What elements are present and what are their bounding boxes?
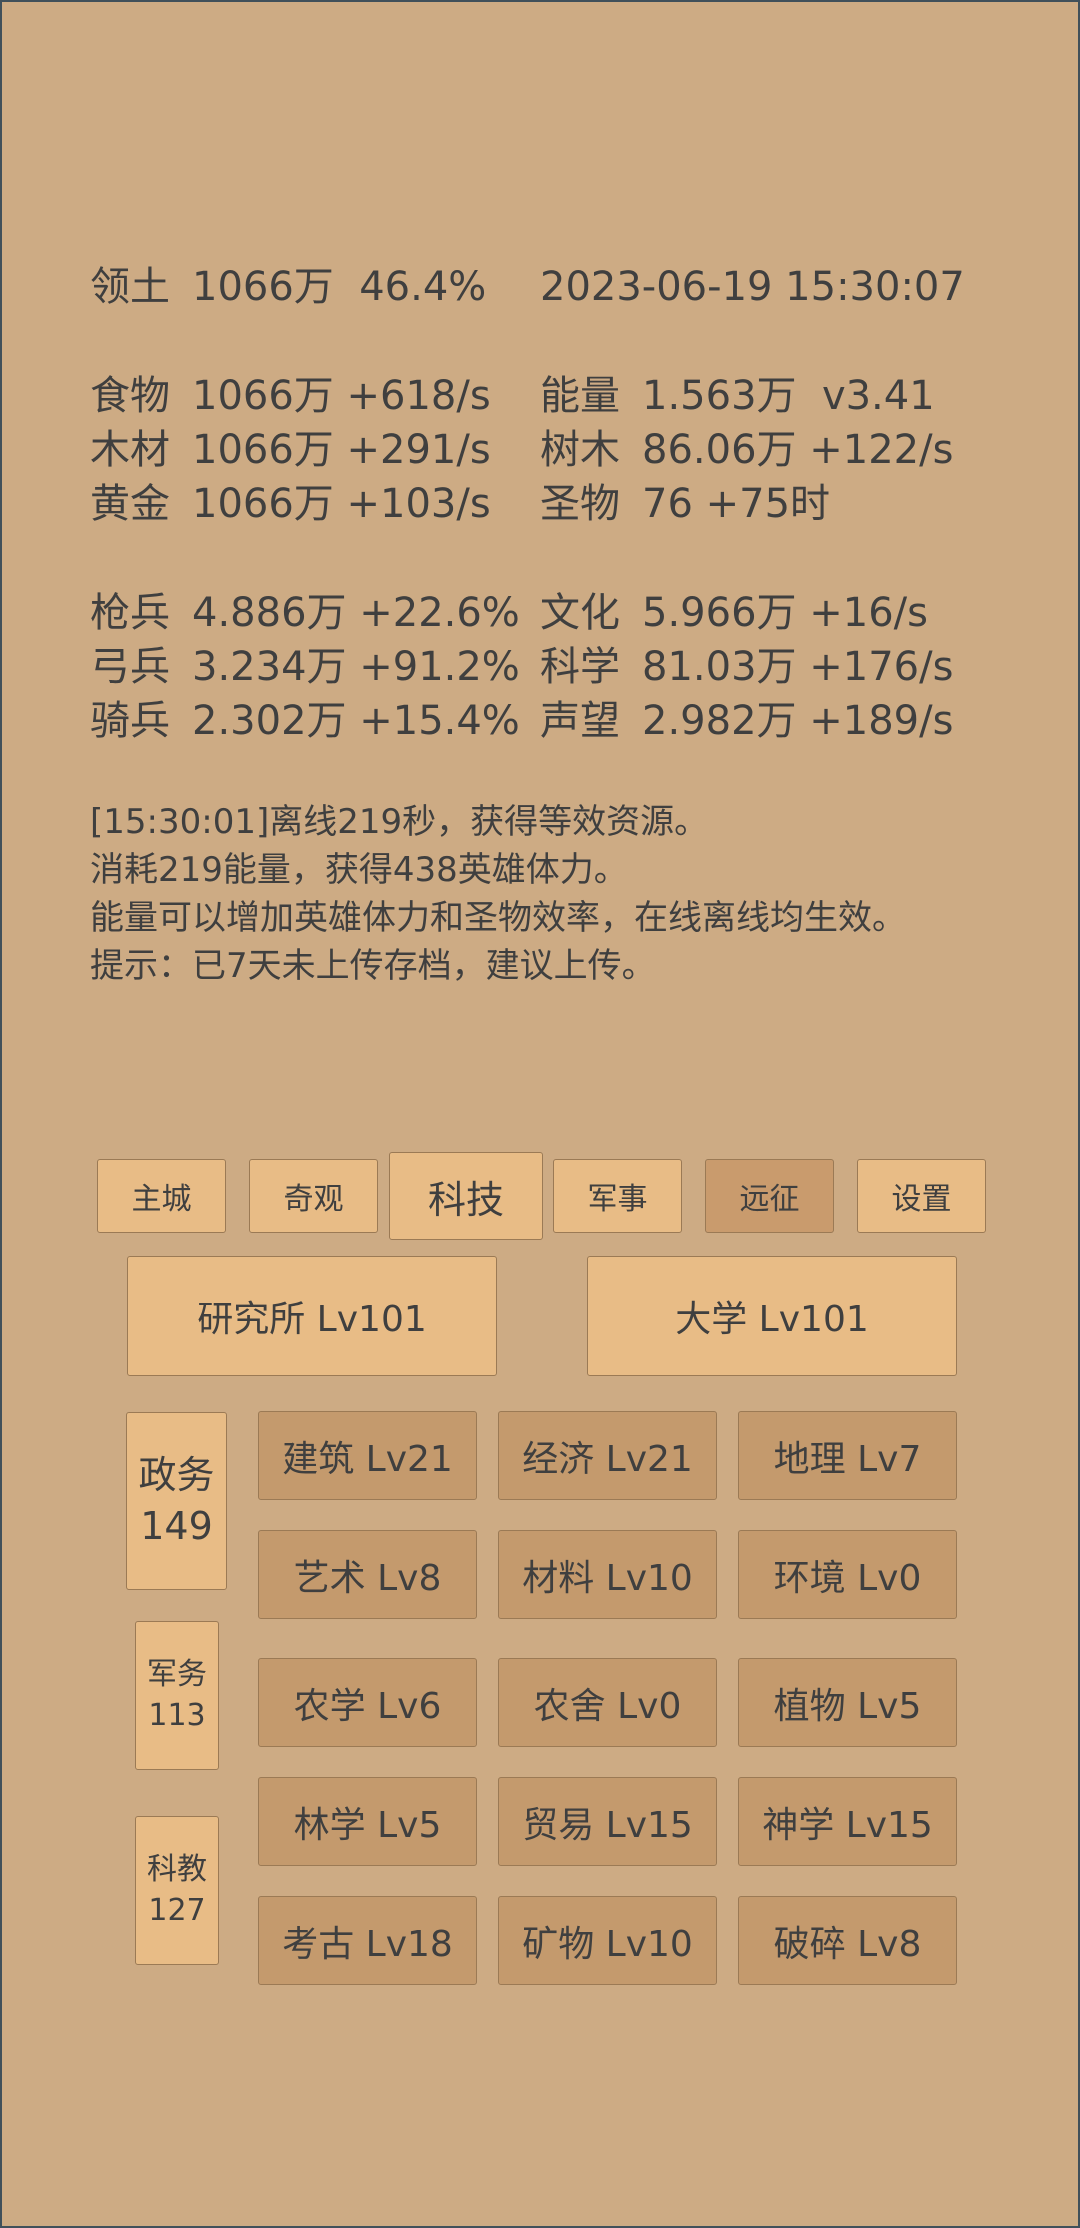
- science-value: 81.03万 +176/s: [642, 644, 954, 690]
- tech-art[interactable]: 艺术 Lv8: [258, 1530, 477, 1619]
- tab-settings-label: 设置: [891, 1182, 952, 1217]
- spearman-label: 枪兵: [90, 590, 170, 636]
- message-line: 能量可以增加英雄体力和圣物效率，在线离线均生效。: [90, 898, 906, 938]
- territory-label: 领土: [90, 264, 170, 310]
- tech-label: 建筑 Lv21: [282, 1438, 453, 1480]
- tech-label: 矿物 Lv10: [522, 1923, 693, 1965]
- cavalry-label: 骑兵: [90, 698, 170, 744]
- wood-label: 木材: [90, 427, 170, 473]
- tech-label: 破碎 Lv8: [773, 1923, 922, 1965]
- tech-label: 环境 Lv0: [773, 1557, 922, 1599]
- tech-label: 农学 Lv6: [293, 1685, 442, 1727]
- datetime: 2023-06-19 15:30:07: [540, 264, 965, 310]
- territory-value: 1066万 46.4%: [192, 264, 487, 310]
- category-military-button[interactable]: 军务 113: [135, 1621, 219, 1770]
- energy-label: 能量: [540, 373, 620, 419]
- tech-forestry[interactable]: 林学 Lv5: [258, 1777, 477, 1866]
- tech-environment[interactable]: 环境 Lv0: [738, 1530, 957, 1619]
- category-military-count: 113: [148, 1697, 206, 1733]
- prestige-label: 声望: [540, 698, 620, 744]
- relic-label: 圣物: [540, 481, 620, 527]
- food-value: 1066万 +618/s: [192, 373, 491, 419]
- category-politics-count: 149: [140, 1504, 213, 1548]
- tab-main-city-label: 主城: [131, 1182, 192, 1217]
- relic-value: 76 +75时: [642, 481, 831, 527]
- tech-label: 神学 Lv15: [762, 1804, 933, 1846]
- tech-geography[interactable]: 地理 Lv7: [738, 1411, 957, 1500]
- university-button[interactable]: 大学 Lv101: [587, 1256, 957, 1376]
- cavalry-value: 2.302万 +15.4%: [192, 698, 520, 744]
- institute-button[interactable]: 研究所 Lv101: [127, 1256, 497, 1376]
- tech-label: 林学 Lv5: [293, 1804, 442, 1846]
- tab-military[interactable]: 军事: [553, 1159, 682, 1233]
- tech-theology[interactable]: 神学 Lv15: [738, 1777, 957, 1866]
- tech-label: 考古 Lv18: [282, 1923, 453, 1965]
- energy-value: 1.563万 v3.41: [642, 373, 935, 419]
- tech-construction[interactable]: 建筑 Lv21: [258, 1411, 477, 1500]
- archer-label: 弓兵: [90, 644, 170, 690]
- category-education-name: 科教: [147, 1852, 207, 1887]
- tech-label: 农舍 Lv0: [533, 1685, 682, 1727]
- culture-label: 文化: [540, 590, 620, 636]
- category-military-name: 军务: [147, 1657, 207, 1692]
- message-log: [15:30:01]离线219秒，获得等效资源。 消耗219能量，获得438英雄…: [90, 798, 906, 990]
- science-label: 科学: [540, 644, 620, 690]
- tech-economy[interactable]: 经济 Lv21: [498, 1411, 717, 1500]
- tech-label: 植物 Lv5: [773, 1685, 922, 1727]
- culture-value: 5.966万 +16/s: [642, 590, 928, 636]
- trees-value: 86.06万 +122/s: [642, 427, 954, 473]
- tab-military-label: 军事: [587, 1182, 648, 1217]
- tab-wonders-label: 奇观: [283, 1182, 344, 1217]
- tech-label: 地理 Lv7: [773, 1438, 922, 1480]
- tech-agronomy[interactable]: 农学 Lv6: [258, 1658, 477, 1747]
- message-line: [15:30:01]离线219秒，获得等效资源。: [90, 802, 709, 842]
- tab-expedition-label: 远征: [739, 1182, 800, 1217]
- tab-main-city[interactable]: 主城: [97, 1159, 226, 1233]
- tab-settings[interactable]: 设置: [857, 1159, 986, 1233]
- tech-label: 贸易 Lv15: [522, 1804, 693, 1846]
- tech-trade[interactable]: 贸易 Lv15: [498, 1777, 717, 1866]
- tech-minerals[interactable]: 矿物 Lv10: [498, 1896, 717, 1985]
- archer-value: 3.234万 +91.2%: [192, 644, 520, 690]
- category-politics-button[interactable]: 政务 149: [126, 1412, 227, 1590]
- gold-value: 1066万 +103/s: [192, 481, 491, 527]
- gold-label: 黄金: [90, 481, 170, 527]
- tech-botany[interactable]: 植物 Lv5: [738, 1658, 957, 1747]
- prestige-value: 2.982万 +189/s: [642, 698, 954, 744]
- tech-label: 经济 Lv21: [522, 1438, 693, 1480]
- tech-label: 材料 Lv10: [522, 1557, 693, 1599]
- message-line: 提示：已7天未上传存档，建议上传。: [90, 946, 656, 986]
- tab-tech-label: 科技: [427, 1177, 504, 1222]
- tech-label: 艺术 Lv8: [293, 1557, 442, 1599]
- tech-shatter[interactable]: 破碎 Lv8: [738, 1896, 957, 1985]
- tech-farmhouse[interactable]: 农舍 Lv0: [498, 1658, 717, 1747]
- food-label: 食物: [90, 373, 170, 419]
- spearman-value: 4.886万 +22.6%: [192, 590, 520, 636]
- category-politics-name: 政务: [138, 1452, 215, 1497]
- tab-tech[interactable]: 科技: [389, 1152, 543, 1240]
- institute-label: 研究所 Lv101: [197, 1299, 427, 1340]
- tab-wonders[interactable]: 奇观: [249, 1159, 378, 1233]
- tech-archaeology[interactable]: 考古 Lv18: [258, 1896, 477, 1985]
- tech-materials[interactable]: 材料 Lv10: [498, 1530, 717, 1619]
- category-education-count: 127: [148, 1892, 206, 1928]
- wood-value: 1066万 +291/s: [192, 427, 491, 473]
- university-label: 大学 Lv101: [675, 1299, 869, 1340]
- trees-label: 树木: [540, 427, 620, 473]
- category-education-button[interactable]: 科教 127: [135, 1816, 219, 1965]
- message-line: 消耗219能量，获得438英雄体力。: [90, 850, 628, 890]
- tab-expedition[interactable]: 远征: [705, 1159, 834, 1233]
